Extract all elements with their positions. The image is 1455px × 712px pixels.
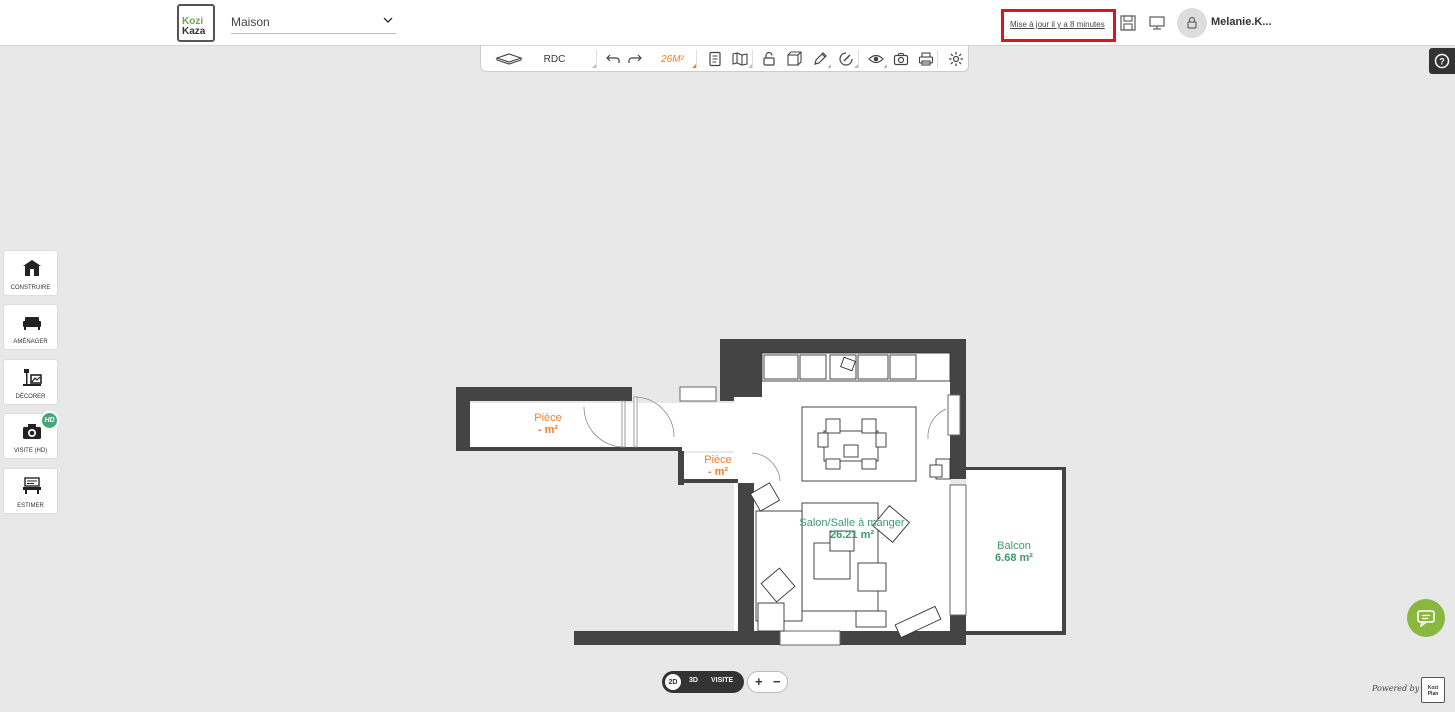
hd-badge: HD: [40, 411, 59, 430]
room-label[interactable]: Pièce - m²: [688, 454, 748, 478]
estimer-button[interactable]: ESTIMER: [3, 468, 58, 514]
document-button[interactable]: [705, 50, 725, 68]
side-label: CONSTRUIRE: [10, 285, 51, 291]
koziplan-logo[interactable]: Kozi Plan: [1421, 677, 1445, 703]
map-corner: [748, 64, 752, 68]
redo-icon: [628, 54, 642, 63]
room-name: Balcon: [997, 540, 1031, 552]
view-2d-button[interactable]: 2D: [665, 674, 681, 690]
floor-icon: [495, 53, 523, 65]
document-icon: [709, 51, 721, 67]
view-mode-switch: 2D 3D VISITE: [662, 671, 744, 693]
room-area: - m²: [707, 466, 729, 478]
camera-button[interactable]: [890, 50, 912, 68]
update-status-highlight: Mise à jour il y a 8 minutes: [1001, 9, 1116, 42]
decorer-button[interactable]: DÉCORER: [3, 359, 58, 405]
lock-button[interactable]: [759, 50, 779, 68]
area-button[interactable]: 26M²: [649, 50, 697, 68]
side-label: ESTIMER: [17, 503, 44, 509]
room-area: 6.68 m²: [995, 552, 1033, 564]
koziplan-logo-line2: Plan: [1427, 691, 1439, 697]
camera-icon: [893, 52, 909, 66]
pencil-button[interactable]: [809, 50, 831, 68]
construire-button[interactable]: CONSTRUIRE: [3, 250, 58, 296]
help-button[interactable]: ?: [1429, 48, 1455, 74]
print-button[interactable]: [914, 50, 938, 68]
paint-button[interactable]: [833, 50, 859, 68]
eye-corner: [883, 64, 887, 68]
powered-by-text: Powered by: [1372, 684, 1420, 693]
pencil-corner: [827, 64, 831, 68]
eye-button[interactable]: [865, 50, 887, 68]
zoom-controls: + −: [747, 671, 788, 693]
settings-button[interactable]: [945, 50, 967, 68]
logo-text-bottom: Kaza: [182, 26, 206, 37]
map-button[interactable]: [727, 50, 753, 68]
view-3d-button[interactable]: 3D: [689, 677, 698, 684]
side-label: AMÉNAGER: [13, 339, 48, 345]
paint-corner: [854, 64, 858, 68]
eye-icon: [868, 54, 884, 64]
area-corner: [692, 64, 696, 68]
zoom-in-button[interactable]: +: [755, 674, 763, 690]
svg-text:?: ?: [1439, 57, 1445, 67]
floor-plan-drawing: [456, 339, 1066, 646]
chat-icon: [1417, 610, 1435, 627]
paint-icon: [838, 52, 853, 66]
visite-hd-button[interactable]: HD VISITE (HD): [3, 411, 59, 459]
print-icon: [918, 52, 933, 66]
zoom-out-button[interactable]: −: [773, 674, 781, 690]
side-label: VISITE (HD): [13, 448, 48, 454]
lamp-icon: [23, 369, 42, 386]
plan-toolbar: RDC 26M²: [480, 46, 969, 72]
pencil-icon: [814, 52, 827, 65]
room-label[interactable]: Pièce - m²: [518, 412, 578, 436]
save-icon[interactable]: [1119, 14, 1137, 32]
redo-button[interactable]: [625, 50, 645, 68]
username[interactable]: Melanie.K...: [1211, 16, 1272, 28]
chevron-down-icon: [383, 17, 393, 23]
update-status-link[interactable]: Mise à jour il y a 8 minutes: [1010, 20, 1105, 29]
chat-button[interactable]: [1407, 599, 1445, 637]
floor-plan[interactable]: Pièce - m² Pièce - m² Salon/Salle à mang…: [450, 335, 1070, 650]
room-name: Pièce: [704, 454, 732, 466]
settings-icon: [949, 52, 963, 66]
amenager-button[interactable]: AMÉNAGER: [3, 304, 58, 350]
floor-button[interactable]: [491, 50, 527, 68]
avatar[interactable]: [1177, 8, 1207, 38]
project-select[interactable]: Maison: [231, 12, 396, 34]
undo-button[interactable]: [603, 50, 623, 68]
cube-icon: [787, 51, 802, 66]
room-area: - m²: [537, 424, 559, 436]
sofa-icon: [23, 317, 41, 330]
view-visite-button[interactable]: VISITE: [711, 677, 733, 684]
map-icon: [731, 52, 748, 66]
cube-button[interactable]: [783, 50, 805, 68]
room-area: 26.21 m²: [829, 529, 875, 541]
level-select[interactable]: RDC: [531, 50, 597, 68]
help-icon: ?: [1434, 53, 1450, 69]
kozikaza-logo[interactable]: Kozi Kaza: [177, 4, 215, 42]
level-label: RDC: [543, 53, 566, 65]
user-icon: [1187, 16, 1197, 29]
room-name: Pièce: [534, 412, 562, 424]
room-name: Salon/Salle à manger: [799, 517, 905, 529]
room-label[interactable]: Salon/Salle à manger 26.21 m²: [782, 517, 922, 541]
room-label[interactable]: Balcon 6.68 m²: [984, 540, 1044, 564]
top-header: Kozi Kaza Maison Mise à jour il y a 8 mi…: [0, 0, 1455, 46]
lock-icon: [763, 51, 775, 66]
house-icon: [23, 260, 41, 276]
undo-icon: [606, 54, 620, 63]
area-label: 26M²: [661, 53, 684, 65]
project-name: Maison: [231, 15, 270, 29]
monitor-icon[interactable]: [1148, 14, 1166, 32]
side-label: DÉCORER: [15, 394, 46, 400]
estimate-icon: [23, 477, 41, 494]
level-dropdown-corner: [592, 64, 596, 68]
